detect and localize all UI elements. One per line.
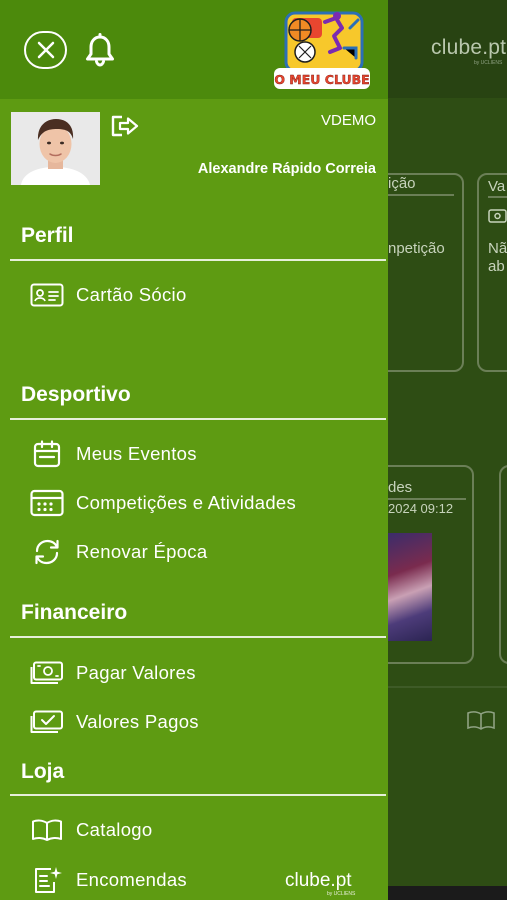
banknote-check-icon: [30, 707, 64, 737]
background-card-date: 2024 09:12: [388, 501, 454, 516]
section-divider: [10, 259, 386, 261]
section-divider: [10, 794, 386, 796]
section-divider: [10, 636, 386, 638]
background-bottom-bar: [388, 886, 507, 900]
calendar-icon: [30, 439, 64, 469]
menu-item-label: Pagar Valores: [76, 662, 196, 683]
section-title-desportivo: Desportivo: [21, 383, 131, 406]
background-card-text: ab: [488, 258, 505, 275]
menu-item-cartao-socio[interactable]: Cartão Sócio: [0, 275, 388, 315]
close-icon: [37, 41, 54, 59]
logout-icon[interactable]: [110, 115, 140, 137]
background-card-divider: [488, 196, 507, 198]
background-brand-logo: clube.pt: [431, 36, 507, 59]
user-name: Alexandre Rápido Correia: [197, 161, 376, 177]
drawer-header: O MEU CLUBE: [0, 0, 388, 99]
menu-item-meus-eventos[interactable]: Meus Eventos: [0, 434, 388, 474]
section-divider: [10, 418, 386, 420]
banknote-icon: [30, 658, 64, 688]
background-card-title: des: [388, 479, 413, 496]
background-card-title: Va: [488, 178, 506, 195]
section-title-loja: Loja: [21, 760, 65, 783]
close-drawer-button[interactable]: [24, 31, 67, 69]
calendar-grid-icon: [30, 488, 64, 518]
club-logo-text: O MEU CLUBE: [274, 72, 369, 87]
menu-item-label: Renovar Época: [76, 541, 208, 562]
club-logo: O MEU CLUBE: [274, 11, 370, 89]
menu-item-valores-pagos[interactable]: Valores Pagos: [0, 702, 388, 742]
menu-item-catalogo[interactable]: Catalogo: [0, 810, 388, 850]
section-title-financeiro: Financeiro: [21, 601, 128, 624]
user-profile: VDEMO Alexandre Rápido Correia: [0, 99, 388, 203]
menu-item-renovar-epoca[interactable]: Renovar Época: [0, 532, 388, 572]
background-card-partial[interactable]: [499, 465, 507, 664]
menu-item-pagar-valores[interactable]: Pagar Valores: [0, 653, 388, 693]
book-icon: [30, 815, 64, 845]
background-card-divider: [388, 194, 454, 196]
order-list-icon: [30, 865, 64, 895]
menu-item-label: Meus Eventos: [76, 443, 197, 464]
drawer-brand-logo: clube.pt: [285, 870, 352, 891]
banknote-icon: [488, 209, 507, 223]
section-title-perfil: Perfil: [21, 224, 74, 247]
refresh-icon: [30, 537, 64, 567]
notifications-bell-icon[interactable]: [84, 33, 116, 67]
menu-item-label: Cartão Sócio: [76, 284, 187, 305]
background-card-title: ição: [388, 175, 416, 192]
menu-item-label: Valores Pagos: [76, 711, 199, 732]
avatar-photo: [11, 112, 100, 185]
avatar[interactable]: [11, 112, 100, 185]
background-card-divider: [388, 498, 466, 500]
id-card-icon: [30, 280, 64, 310]
background-brand-subtitle: by UCLIENS: [474, 60, 503, 66]
navigation-drawer: O MEU CLUBE VDEMO Alexandre Rápido Corre…: [0, 0, 388, 900]
drawer-brand-subtitle: by UCLIENS: [327, 891, 356, 897]
background-card-text: npetição: [388, 240, 445, 257]
menu-item-label: Catalogo: [76, 819, 153, 840]
background-event-image: [388, 533, 432, 641]
club-code: VDEMO: [320, 112, 376, 129]
menu-item-label: Encomendas: [76, 869, 187, 890]
menu-item-label: Competições e Atividades: [76, 492, 297, 513]
menu-item-competicoes-atividades[interactable]: Competições e Atividades: [0, 483, 388, 523]
background-divider: [388, 686, 507, 688]
background-card-text: Nã: [488, 240, 507, 257]
book-icon[interactable]: [466, 710, 496, 730]
